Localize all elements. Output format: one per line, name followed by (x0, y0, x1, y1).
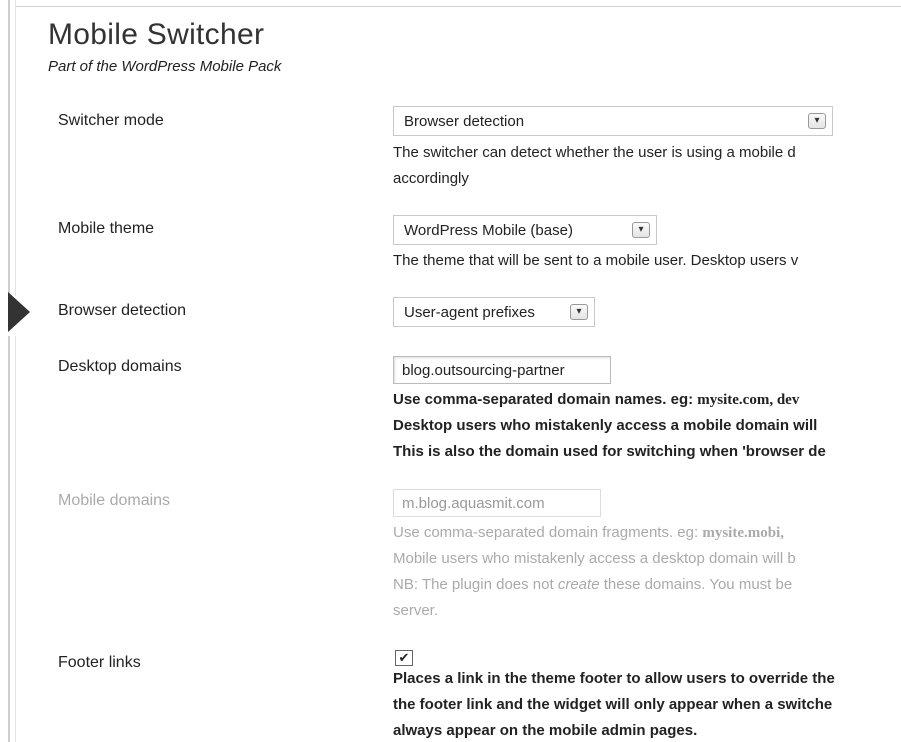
browser-detection-select[interactable]: User-agent prefixes ▾ (393, 297, 595, 327)
footer-links-help-line-1: Places a link in the theme footer to all… (393, 670, 835, 687)
checkmark-icon: ✔ (398, 650, 410, 665)
mobile-domains-input[interactable] (393, 489, 601, 517)
footer-links-label: Footer links (58, 654, 141, 671)
desktop-domains-input[interactable] (393, 356, 611, 384)
switcher-mode-help-line-2: accordingly (393, 170, 469, 187)
mobile-domains-note-suffix: these domains. You must be (603, 576, 793, 593)
footer-links-help-line-3: always appear on the mobile admin pages. (393, 722, 698, 739)
top-divider (16, 6, 901, 7)
mobile-domains-note-prefix: NB: The plugin does not (393, 576, 554, 593)
desktop-domains-help-line-3: This is also the domain used for switchi… (393, 443, 826, 460)
mobile-domains-help-prefix: Use comma-separated domain fragments. eg… (393, 524, 699, 541)
current-menu-arrow-icon (8, 292, 30, 332)
admin-menu-rail (6, 0, 18, 742)
chevron-down-icon[interactable]: ▾ (570, 304, 588, 320)
browser-detection-value: User-agent prefixes (404, 303, 535, 321)
mobile-domains-note: NB: The plugin does not create these dom… (393, 572, 901, 598)
mobile-theme-label: Mobile theme (58, 220, 155, 237)
mobile-theme-select[interactable]: WordPress Mobile (base) ▾ (393, 215, 657, 245)
chevron-down-icon[interactable]: ▾ (808, 113, 826, 129)
mobile-domains-label: Mobile domains (58, 492, 171, 509)
mobile-domains-note-tail: server. (393, 602, 439, 619)
page-subtitle: Part of the WordPress Mobile Pack (48, 58, 282, 75)
footer-links-checkbox[interactable]: ✔ (395, 650, 413, 666)
switcher-mode-select[interactable]: Browser detection ▾ (393, 106, 833, 136)
mobile-domains-help-line-2: Mobile users who mistakenly access a des… (393, 550, 796, 567)
desktop-domains-label: Desktop domains (58, 358, 182, 375)
page-header: Mobile Switcher Part of the WordPress Mo… (48, 18, 281, 75)
footer-links-help-line-2: the footer link and the widget will only… (393, 696, 833, 713)
desktop-domains-help-line-1: Use comma-separated domain names. eg: my… (393, 387, 901, 413)
switcher-mode-value: Browser detection (404, 112, 525, 130)
mobile-theme-help: The theme that will be sent to a mobile … (393, 252, 799, 269)
switcher-mode-help-line-1: The switcher can detect whether the user… (393, 144, 796, 161)
chevron-down-icon[interactable]: ▾ (632, 222, 650, 238)
desktop-domains-help-line-2: Desktop users who mistakenly access a mo… (393, 417, 818, 434)
desktop-domains-help-prefix: Use comma-separated domain names. eg: (393, 391, 694, 408)
page-title: Mobile Switcher (48, 18, 265, 51)
switcher-mode-label: Switcher mode (58, 112, 164, 129)
mobile-domains-help-example: mysite.mobi, (702, 525, 784, 541)
mobile-domains-note-emphasis: create (557, 576, 600, 593)
desktop-domains-help-example: mysite.com, dev (697, 392, 800, 408)
mobile-domains-help-line-1: Use comma-separated domain fragments. eg… (393, 520, 901, 546)
mobile-theme-value: WordPress Mobile (base) (404, 221, 573, 239)
browser-detection-label: Browser detection (58, 302, 187, 319)
